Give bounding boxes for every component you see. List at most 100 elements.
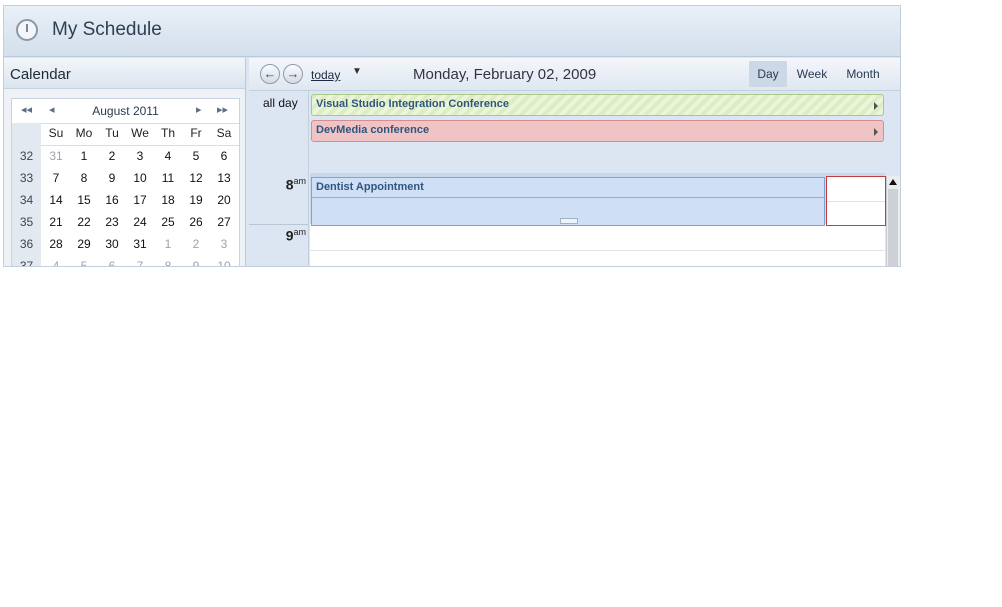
calendar-pane: Calendar ◂◂ ◂ August 2011 ▸ ▸▸ Su Mo Tu We T… (4, 58, 246, 267)
calendar-day[interactable]: 6 (210, 149, 238, 163)
scroll-up-icon[interactable] (889, 179, 897, 185)
time-label-9am: 9am (285, 227, 306, 244)
weekday-header: Fr (190, 126, 202, 140)
calendar-day[interactable]: 1 (154, 237, 182, 251)
calendar-header-label: Calendar (10, 66, 71, 83)
week-number: 37 (19, 259, 34, 267)
week-number: 35 (19, 215, 34, 229)
time-label-8am: 8am (285, 176, 306, 193)
weekday-header: Sa (216, 126, 232, 140)
calendar-day[interactable]: 16 (98, 193, 126, 207)
calendar-day[interactable]: 20 (210, 193, 238, 207)
calendar-day[interactable]: 30 (98, 237, 126, 251)
calendar-day[interactable]: 2 (182, 237, 210, 251)
calendar-day[interactable]: 29 (70, 237, 98, 251)
weekday-header: Tu (105, 126, 119, 140)
event-title: Dentist Appointment (316, 181, 424, 193)
calendar-day[interactable]: 12 (182, 171, 210, 185)
calendar-day[interactable]: 5 (70, 259, 98, 266)
calendar-day[interactable]: 22 (70, 215, 98, 229)
calendar-day[interactable]: 10 (210, 259, 238, 266)
current-date: Monday, February 02, 2009 (413, 66, 597, 83)
calendar-day[interactable]: 8 (154, 259, 182, 266)
scroll-thumb[interactable] (888, 189, 898, 266)
calendar-day[interactable]: 15 (70, 193, 98, 207)
calendar-day[interactable]: 23 (98, 215, 126, 229)
calendar-day[interactable]: 31 (126, 237, 154, 251)
resize-handle[interactable] (560, 218, 578, 224)
view-week-button[interactable]: Week (792, 61, 832, 87)
expand-arrow-icon[interactable] (874, 102, 878, 110)
event-title: Visual Studio Integration Conference (316, 98, 509, 110)
week-number: 32 (19, 149, 34, 163)
weekday-header: Mo (75, 126, 93, 140)
all-day-event[interactable]: DevMedia conference (311, 120, 884, 142)
calendar-day[interactable]: 3 (210, 237, 238, 251)
calendar-day[interactable]: 4 (42, 259, 70, 266)
time-slot-9am[interactable] (310, 224, 885, 251)
event-title: DevMedia conference (316, 124, 430, 136)
vertical-scrollbar[interactable] (886, 176, 900, 266)
mini-calendar: ◂◂ ◂ August 2011 ▸ ▸▸ Su Mo Tu We Th Fr Sa 32 3… (11, 98, 240, 267)
view-day-button[interactable]: Day (749, 61, 787, 87)
next-month-icon[interactable]: ▸ (196, 103, 202, 116)
calendar-day[interactable]: 21 (42, 215, 70, 229)
calendar-day[interactable]: 26 (182, 215, 210, 229)
cell-divider (827, 201, 885, 202)
mini-calendar-nav: ◂◂ ◂ August 2011 ▸ ▸▸ (12, 99, 239, 124)
calendar-day[interactable]: 31 (42, 149, 70, 163)
calendar-day[interactable]: 25 (154, 215, 182, 229)
chevron-down-icon[interactable]: ▼ (352, 66, 362, 77)
week-number: 36 (19, 237, 34, 251)
calendar-day[interactable]: 6 (98, 259, 126, 266)
calendar-day[interactable]: 19 (182, 193, 210, 207)
calendar-day[interactable]: 10 (126, 171, 154, 185)
calendar-day[interactable]: 9 (98, 171, 126, 185)
selected-time-cell[interactable] (826, 176, 886, 226)
today-link[interactable]: today (311, 68, 340, 82)
timed-event[interactable]: Dentist Appointment (311, 177, 825, 226)
expand-arrow-icon[interactable] (874, 128, 878, 136)
all-day-event[interactable]: Visual Studio Integration Conference (311, 94, 884, 116)
calendar-header: Calendar (4, 58, 245, 89)
calendar-day[interactable]: 4 (154, 149, 182, 163)
calendar-day[interactable]: 24 (126, 215, 154, 229)
all-day-label: all day (263, 96, 298, 110)
calendar-day[interactable]: 5 (182, 149, 210, 163)
all-day-area: all day Visual Studio Integration Confer… (249, 91, 900, 173)
mini-calendar-month[interactable]: August 2011 (12, 104, 239, 118)
weekday-header: Th (160, 126, 175, 140)
time-slot-930am[interactable] (310, 251, 885, 266)
week-number: 33 (19, 171, 34, 185)
weekday-divider (41, 145, 239, 146)
calendar-day[interactable]: 11 (154, 171, 182, 185)
calendar-day[interactable]: 8 (70, 171, 98, 185)
schedule-toolbar: ← → today ▼ Monday, February 02, 2009 Da… (249, 58, 900, 91)
calendar-day[interactable]: 2 (98, 149, 126, 163)
calendar-day[interactable]: 3 (126, 149, 154, 163)
calendar-day[interactable]: 18 (154, 193, 182, 207)
calendar-day[interactable]: 28 (42, 237, 70, 251)
title-bar: My Schedule (4, 6, 900, 57)
view-month-button[interactable]: Month (841, 61, 885, 87)
app-title: My Schedule (52, 19, 162, 40)
arrow-left-icon[interactable]: ← (260, 64, 280, 84)
schedule-app: My Schedule Calendar ◂◂ ◂ August 2011 ▸ … (3, 5, 901, 267)
calendar-day[interactable]: 17 (126, 193, 154, 207)
calendar-day[interactable]: 27 (210, 215, 238, 229)
calendar-day[interactable]: 14 (42, 193, 70, 207)
time-grid: 8am 9am Dentist Appointment (249, 173, 900, 266)
week-number: 34 (19, 193, 34, 207)
calendar-day[interactable]: 13 (210, 171, 238, 185)
next-year-icon[interactable]: ▸▸ (217, 103, 228, 116)
calendar-day[interactable]: 7 (126, 259, 154, 266)
calendar-day[interactable]: 1 (70, 149, 98, 163)
calendar-day[interactable]: 7 (42, 171, 70, 185)
event-divider (312, 197, 824, 198)
calendar-day[interactable]: 9 (182, 259, 210, 266)
hour-divider (249, 224, 308, 225)
weekday-header: Su (48, 126, 64, 140)
arrow-right-icon[interactable]: → (283, 64, 303, 84)
weekday-header: We (131, 126, 149, 140)
day-view: ← → today ▼ Monday, February 02, 2009 Da… (249, 58, 900, 266)
